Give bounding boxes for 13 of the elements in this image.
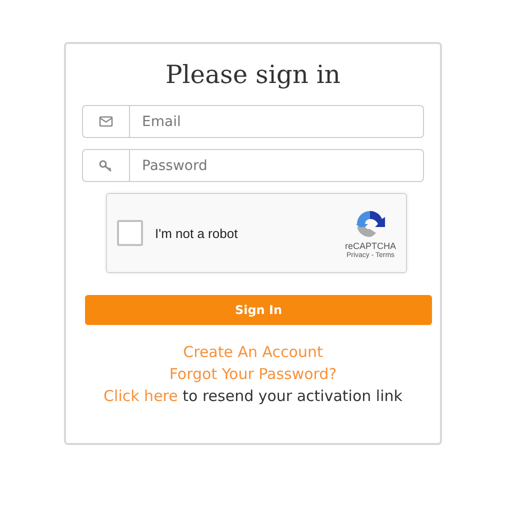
sign-in-button[interactable]: Sign In [85, 295, 432, 325]
card-title: Please sign in [164, 60, 342, 89]
click-here-link[interactable]: Click here [104, 387, 178, 405]
envelope-icon [99, 116, 113, 127]
create-account-link[interactable]: Create An Account [183, 343, 323, 361]
captcha-brand: reCAPTCHA [344, 240, 396, 250]
password-field[interactable]: Password [130, 149, 424, 182]
email-field[interactable]: Email [130, 105, 424, 138]
captcha-checkbox[interactable] [117, 220, 143, 246]
key-icon [99, 160, 113, 172]
captcha-label: I'm not a robot [155, 226, 239, 240]
resend-activation-text: Click here to resend your activation link [104, 387, 402, 405]
forgot-password-link[interactable]: Forgot Your Password? [169, 365, 337, 383]
